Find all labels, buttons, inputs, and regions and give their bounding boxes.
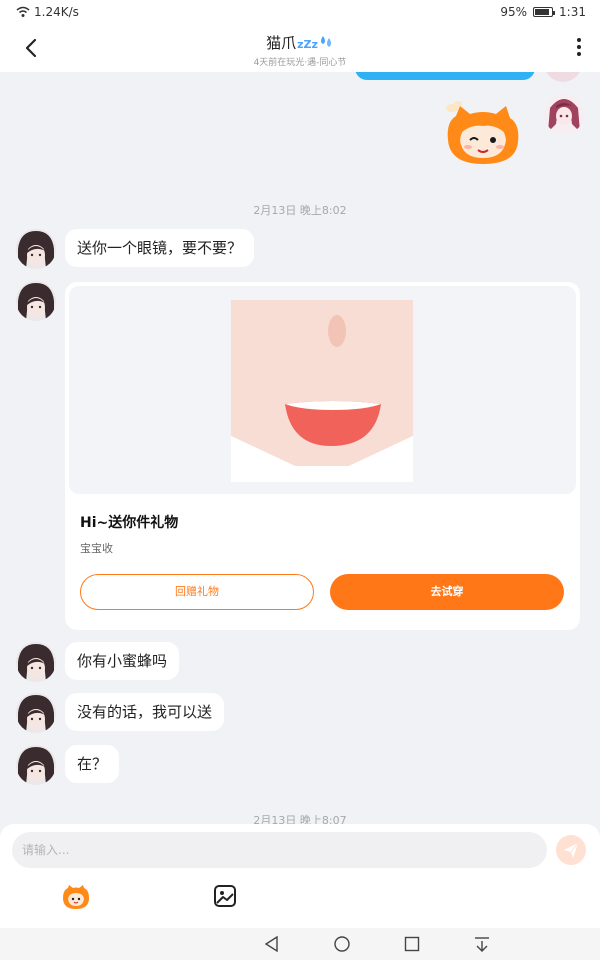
network-speed: 1.24K/s bbox=[34, 5, 79, 19]
gift-card-subtitle: 宝宝收 bbox=[80, 542, 113, 555]
contact-avatar[interactable] bbox=[16, 642, 56, 682]
status-bar: 1.24K/s 95% 1:31 bbox=[0, 0, 600, 24]
status-right: 95% 1:31 bbox=[500, 5, 586, 19]
contact-avatar[interactable] bbox=[16, 229, 56, 269]
water-drop-icon bbox=[320, 36, 331, 47]
status-left: 1.24K/s bbox=[16, 5, 79, 19]
my-message-bubble bbox=[355, 72, 535, 80]
gift-preview-image bbox=[69, 286, 576, 494]
my-avatar[interactable] bbox=[544, 72, 582, 82]
nav-home-icon[interactable] bbox=[332, 934, 352, 954]
image-icon[interactable] bbox=[213, 884, 237, 908]
message-input-bar bbox=[0, 824, 600, 928]
contact-name[interactable]: 猫爪 bbox=[266, 34, 296, 52]
my-avatar[interactable] bbox=[544, 94, 584, 134]
contact-avatar[interactable] bbox=[16, 281, 56, 321]
battery-icon bbox=[533, 7, 556, 17]
gift-card[interactable]: Hi~送你件礼物 宝宝收 回赠礼物 去试穿 bbox=[65, 282, 580, 630]
chat-header: 猫爪zZz 4天前在玩光·遇-同心节 bbox=[0, 24, 600, 72]
more-vertical-icon[interactable] bbox=[576, 38, 582, 58]
message-bubble[interactable]: 你有小蜜蜂吗 bbox=[65, 642, 180, 680]
header-title-block: 猫爪zZz 4天前在玩光·遇-同心节 bbox=[0, 32, 600, 68]
message-timestamp: 2月13日 晚上8:07 bbox=[253, 814, 347, 824]
nav-recents-icon[interactable] bbox=[402, 934, 422, 954]
zzz-icon: zZz bbox=[297, 38, 318, 51]
nav-down-icon[interactable] bbox=[472, 934, 492, 954]
send-icon[interactable] bbox=[556, 835, 586, 865]
message-timestamp: 2月13日 晚上8:02 bbox=[253, 204, 347, 217]
mascot-sticker[interactable] bbox=[438, 100, 528, 168]
return-gift-button[interactable]: 回赠礼物 bbox=[80, 574, 314, 610]
contact-avatar[interactable] bbox=[16, 693, 56, 733]
contact-status: 4天前在玩光·遇-同心节 bbox=[253, 58, 347, 68]
chat-messages[interactable]: 2月13日 晚上8:02 送你一个眼镜，要不要？ Hi~送你件礼物 宝宝收 回赠… bbox=[0, 72, 600, 824]
system-nav-bar bbox=[0, 928, 600, 960]
battery-percent: 95% bbox=[500, 5, 528, 19]
message-bubble[interactable]: 没有的话，我可以送 bbox=[65, 693, 225, 731]
gift-card-title: Hi~送你件礼物 bbox=[80, 515, 179, 531]
try-on-button[interactable]: 去试穿 bbox=[330, 574, 564, 610]
contact-avatar[interactable] bbox=[16, 745, 56, 785]
clock: 1:31 bbox=[559, 5, 586, 19]
message-bubble[interactable]: 送你一个眼镜，要不要？ bbox=[65, 229, 255, 267]
message-input[interactable] bbox=[12, 832, 547, 868]
message-bubble[interactable]: 在？ bbox=[65, 745, 120, 783]
nav-back-icon[interactable] bbox=[262, 934, 282, 954]
mascot-emoji-icon[interactable] bbox=[60, 884, 92, 910]
wifi-icon bbox=[16, 6, 30, 17]
